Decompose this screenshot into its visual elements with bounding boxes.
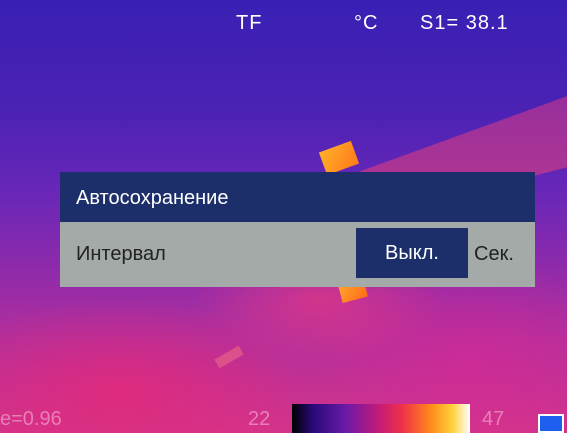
thermal-camera-screen: TF °C S1= 38.1 Автосохранение Интервал В… (0, 0, 567, 433)
temperature-unit: °C (354, 12, 379, 34)
palette-scale-bar-icon (292, 404, 470, 433)
mode-indicator: TF (236, 12, 263, 34)
interval-value-selector[interactable]: Выкл. (356, 228, 468, 278)
dialog-title: Автосохранение (60, 172, 535, 222)
interval-unit: Сек. (474, 243, 514, 265)
emissivity-readout: e=0.96 (0, 408, 62, 430)
blue-square-indicator-icon (538, 414, 564, 433)
autosave-dialog: Автосохранение Интервал Выкл. Сек. (60, 172, 535, 287)
scale-max-value: 47 (482, 408, 505, 430)
scale-min-value: 22 (248, 408, 271, 430)
spot-reading: S1= 38.1 (420, 12, 509, 34)
interval-row[interactable]: Интервал Выкл. Сек. (60, 222, 535, 287)
interval-label: Интервал (76, 243, 166, 265)
